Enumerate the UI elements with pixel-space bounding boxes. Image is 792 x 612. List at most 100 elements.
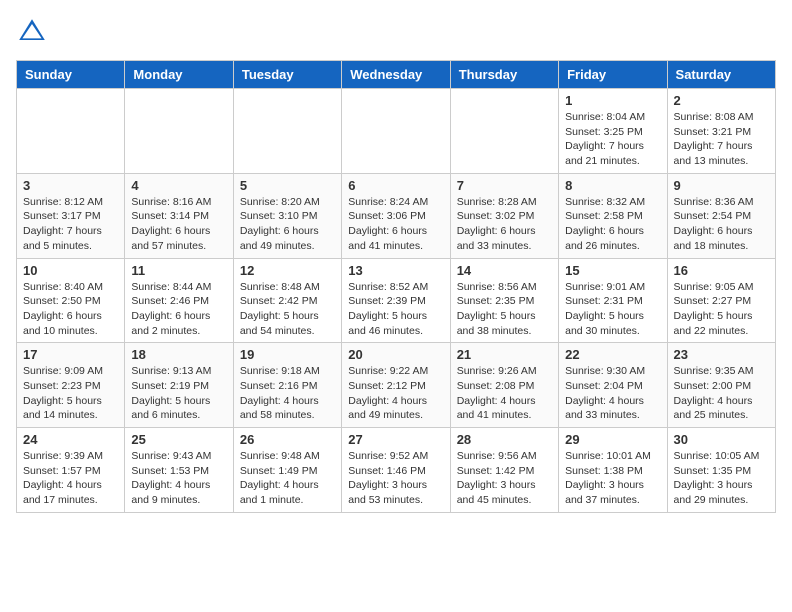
calendar-cell: 2 Sunrise: 8:08 AM Sunset: 3:21 PM Daylig…: [667, 89, 775, 174]
calendar-cell: 13 Sunrise: 8:52 AM Sunset: 2:39 PM Dayli…: [342, 258, 450, 343]
cell-info: Sunrise: 8:28 AM Sunset: 3:02 PM Dayligh…: [457, 195, 552, 254]
cell-info: Sunrise: 8:04 AM Sunset: 3:25 PM Dayligh…: [565, 110, 660, 169]
calendar-cell: 8 Sunrise: 8:32 AM Sunset: 2:58 PM Daylig…: [559, 173, 667, 258]
day-number: 12: [240, 263, 335, 278]
weekday-saturday: Saturday: [667, 61, 775, 89]
cell-info: Sunrise: 9:26 AM Sunset: 2:08 PM Dayligh…: [457, 364, 552, 423]
day-number: 30: [674, 432, 769, 447]
cell-info: Sunrise: 9:35 AM Sunset: 2:00 PM Dayligh…: [674, 364, 769, 423]
cell-info: Sunrise: 10:05 AM Sunset: 1:35 PM Daylig…: [674, 449, 769, 508]
calendar-cell: 12 Sunrise: 8:48 AM Sunset: 2:42 PM Dayli…: [233, 258, 341, 343]
calendar-cell: 17Sunrise: 9:09 AM Sunset: 2:23 PM Dayli…: [17, 343, 125, 428]
day-number: 6: [348, 178, 443, 193]
day-number: 1: [565, 93, 660, 108]
cell-info: Sunrise: 9:30 AM Sunset: 2:04 PM Dayligh…: [565, 364, 660, 423]
day-number: 5: [240, 178, 335, 193]
day-number: 23: [674, 347, 769, 362]
cell-info: Sunrise: 8:16 AM Sunset: 3:14 PM Dayligh…: [131, 195, 226, 254]
calendar-cell: [17, 89, 125, 174]
calendar-cell: 15 Sunrise: 9:01 AM Sunset: 2:31 PM Dayli…: [559, 258, 667, 343]
calendar-cell: 27 Sunrise: 9:52 AM Sunset: 1:46 PM Dayli…: [342, 428, 450, 513]
cell-info: Sunrise: 9:01 AM Sunset: 2:31 PM Dayligh…: [565, 280, 660, 339]
day-number: 4: [131, 178, 226, 193]
calendar-cell: 29 Sunrise: 10:01 AM Sunset: 1:38 PM Dayl…: [559, 428, 667, 513]
cell-info: Sunrise: 8:44 AM Sunset: 2:46 PM Dayligh…: [131, 280, 226, 339]
cell-info: Sunrise: 8:56 AM Sunset: 2:35 PM Dayligh…: [457, 280, 552, 339]
cell-info: Sunrise: 8:12 AM Sunset: 3:17 PM Dayligh…: [23, 195, 118, 254]
calendar-cell: [342, 89, 450, 174]
cell-info: Sunrise: 8:48 AM Sunset: 2:42 PM Dayligh…: [240, 280, 335, 339]
day-number: 29: [565, 432, 660, 447]
calendar-cell: 11Sunrise: 8:44 AM Sunset: 2:46 PM Dayli…: [125, 258, 233, 343]
calendar-cell: 7 Sunrise: 8:28 AM Sunset: 3:02 PM Daylig…: [450, 173, 558, 258]
calendar-cell: 5 Sunrise: 8:20 AM Sunset: 3:10 PM Daylig…: [233, 173, 341, 258]
weekday-header-row: SundayMondayTuesdayWednesdayThursdayFrid…: [17, 61, 776, 89]
calendar-cell: 20 Sunrise: 9:22 AM Sunset: 2:12 PM Dayli…: [342, 343, 450, 428]
day-number: 19: [240, 347, 335, 362]
day-number: 2: [674, 93, 769, 108]
day-number: 18: [131, 347, 226, 362]
calendar-cell: 1 Sunrise: 8:04 AM Sunset: 3:25 PM Daylig…: [559, 89, 667, 174]
cell-info: Sunrise: 9:52 AM Sunset: 1:46 PM Dayligh…: [348, 449, 443, 508]
weekday-sunday: Sunday: [17, 61, 125, 89]
header: [16, 16, 776, 48]
logo-icon: [16, 16, 48, 48]
calendar-cell: 9 Sunrise: 8:36 AM Sunset: 2:54 PM Daylig…: [667, 173, 775, 258]
calendar-cell: 4 Sunrise: 8:16 AM Sunset: 3:14 PM Daylig…: [125, 173, 233, 258]
day-number: 14: [457, 263, 552, 278]
day-number: 3: [23, 178, 118, 193]
cell-info: Sunrise: 9:43 AM Sunset: 1:53 PM Dayligh…: [131, 449, 226, 508]
calendar-cell: 30 Sunrise: 10:05 AM Sunset: 1:35 PM Dayl…: [667, 428, 775, 513]
day-number: 20: [348, 347, 443, 362]
cell-info: Sunrise: 9:39 AM Sunset: 1:57 PM Dayligh…: [23, 449, 118, 508]
day-number: 26: [240, 432, 335, 447]
day-number: 8: [565, 178, 660, 193]
calendar-cell: [233, 89, 341, 174]
day-number: 28: [457, 432, 552, 447]
calendar: SundayMondayTuesdayWednesdayThursdayFrid…: [16, 60, 776, 513]
calendar-cell: 22 Sunrise: 9:30 AM Sunset: 2:04 PM Dayli…: [559, 343, 667, 428]
cell-info: Sunrise: 8:08 AM Sunset: 3:21 PM Dayligh…: [674, 110, 769, 169]
week-row-4: 17Sunrise: 9:09 AM Sunset: 2:23 PM Dayli…: [17, 343, 776, 428]
calendar-cell: 10Sunrise: 8:40 AM Sunset: 2:50 PM Dayli…: [17, 258, 125, 343]
cell-info: Sunrise: 9:22 AM Sunset: 2:12 PM Dayligh…: [348, 364, 443, 423]
cell-info: Sunrise: 9:48 AM Sunset: 1:49 PM Dayligh…: [240, 449, 335, 508]
weekday-wednesday: Wednesday: [342, 61, 450, 89]
calendar-cell: 18Sunrise: 9:13 AM Sunset: 2:19 PM Dayli…: [125, 343, 233, 428]
day-number: 7: [457, 178, 552, 193]
day-number: 9: [674, 178, 769, 193]
calendar-cell: 19 Sunrise: 9:18 AM Sunset: 2:16 PM Dayli…: [233, 343, 341, 428]
calendar-cell: 21 Sunrise: 9:26 AM Sunset: 2:08 PM Dayli…: [450, 343, 558, 428]
cell-info: Sunrise: 8:36 AM Sunset: 2:54 PM Dayligh…: [674, 195, 769, 254]
cell-info: Sunrise: 9:18 AM Sunset: 2:16 PM Dayligh…: [240, 364, 335, 423]
calendar-cell: 28 Sunrise: 9:56 AM Sunset: 1:42 PM Dayli…: [450, 428, 558, 513]
week-row-1: 1 Sunrise: 8:04 AM Sunset: 3:25 PM Daylig…: [17, 89, 776, 174]
cell-info: Sunrise: 9:05 AM Sunset: 2:27 PM Dayligh…: [674, 280, 769, 339]
cell-info: Sunrise: 10:01 AM Sunset: 1:38 PM Daylig…: [565, 449, 660, 508]
day-number: 13: [348, 263, 443, 278]
cell-info: Sunrise: 9:56 AM Sunset: 1:42 PM Dayligh…: [457, 449, 552, 508]
cell-info: Sunrise: 8:20 AM Sunset: 3:10 PM Dayligh…: [240, 195, 335, 254]
calendar-cell: 25Sunrise: 9:43 AM Sunset: 1:53 PM Dayli…: [125, 428, 233, 513]
cell-info: Sunrise: 9:09 AM Sunset: 2:23 PM Dayligh…: [23, 364, 118, 423]
weekday-friday: Friday: [559, 61, 667, 89]
calendar-body: 1 Sunrise: 8:04 AM Sunset: 3:25 PM Daylig…: [17, 89, 776, 513]
cell-info: Sunrise: 8:52 AM Sunset: 2:39 PM Dayligh…: [348, 280, 443, 339]
cell-info: Sunrise: 8:32 AM Sunset: 2:58 PM Dayligh…: [565, 195, 660, 254]
calendar-cell: 26 Sunrise: 9:48 AM Sunset: 1:49 PM Dayli…: [233, 428, 341, 513]
day-number: 21: [457, 347, 552, 362]
week-row-2: 3 Sunrise: 8:12 AM Sunset: 3:17 PM Daylig…: [17, 173, 776, 258]
day-number: 24: [23, 432, 118, 447]
calendar-cell: 24 Sunrise: 9:39 AM Sunset: 1:57 PM Dayli…: [17, 428, 125, 513]
calendar-cell: 16 Sunrise: 9:05 AM Sunset: 2:27 PM Dayli…: [667, 258, 775, 343]
calendar-cell: [450, 89, 558, 174]
logo: [16, 16, 52, 48]
weekday-thursday: Thursday: [450, 61, 558, 89]
week-row-5: 24 Sunrise: 9:39 AM Sunset: 1:57 PM Dayli…: [17, 428, 776, 513]
day-number: 27: [348, 432, 443, 447]
calendar-cell: [125, 89, 233, 174]
day-number: 15: [565, 263, 660, 278]
day-number: 16: [674, 263, 769, 278]
day-number: 22: [565, 347, 660, 362]
day-number: 10: [23, 263, 118, 278]
